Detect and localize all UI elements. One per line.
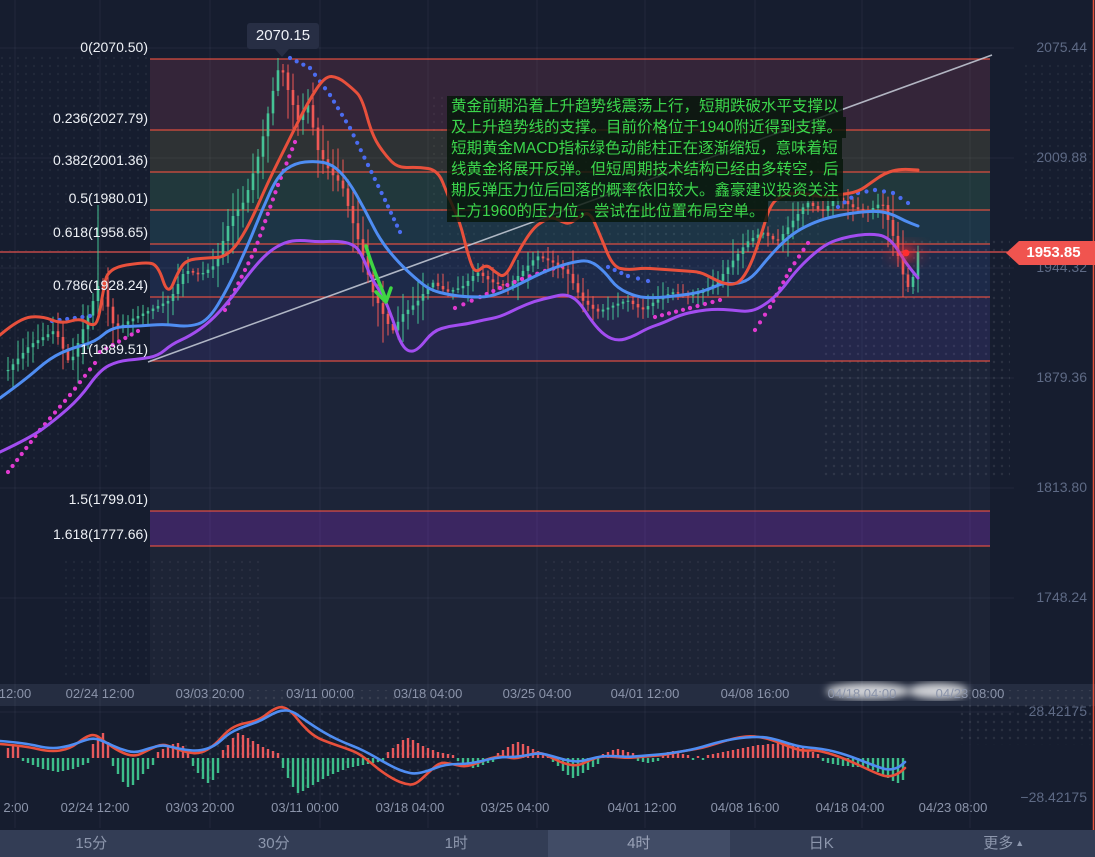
- tab-label: 日K: [809, 835, 834, 852]
- tab-4时[interactable]: 4时: [548, 830, 731, 857]
- white-smudge: [826, 683, 968, 699]
- analysis-note-line: 及上升趋势线的支撑。目前价格位于1940附近得到支撑。: [447, 117, 846, 138]
- analysis-note: 黄金前期沿着上升趋势线震荡上行，短期跌破水平支撑以及上升趋势线的支撑。目前价格位…: [447, 96, 846, 222]
- chart-root: 0(2070.50)0.236(2027.79)0.382(2001.36)0.…: [0, 0, 1095, 857]
- analysis-note-line: 线黄金将展开反弹。但短周期技术结构已经由多转空，后: [447, 159, 843, 180]
- tab-更多[interactable]: 更多▲: [913, 830, 1095, 857]
- peak-callout: 2070.15: [247, 23, 319, 49]
- peak-callout-value: 2070.15: [256, 27, 310, 44]
- last-price-glow: [886, 240, 926, 266]
- tab-日K[interactable]: 日K: [730, 830, 913, 857]
- analysis-note-line: 期反弹压力位后回落的概率依旧较大。鑫豪建议投资关注: [447, 180, 843, 201]
- analysis-note-line: 短期黄金MACD指标绿色动能柱正在逐渐缩短，意味着短: [447, 138, 842, 159]
- tab-label: 15分: [75, 835, 107, 852]
- tab-30分[interactable]: 30分: [183, 830, 366, 857]
- tab-label: 1时: [445, 835, 468, 852]
- last-price-tag: 1953.85: [1006, 241, 1095, 265]
- tab-1时[interactable]: 1时: [365, 830, 548, 857]
- tab-label: 4时: [627, 835, 650, 852]
- tab-label: 30分: [258, 835, 290, 852]
- analysis-note-line: 上方1960的压力位，尝试在此位置布局空单。: [447, 201, 768, 222]
- chevron-up-icon: ▲: [1015, 838, 1024, 848]
- analysis-note-line: 黄金前期沿着上升趋势线震荡上行，短期跌破水平支撑以: [447, 96, 843, 117]
- timeframe-tabbar: 15分 30分 1时 4时 日K 更多▲: [0, 830, 1095, 857]
- tab-label: 更多: [983, 835, 1013, 852]
- tab-15分[interactable]: 15分: [0, 830, 183, 857]
- callout-pointer-icon: [275, 49, 289, 57]
